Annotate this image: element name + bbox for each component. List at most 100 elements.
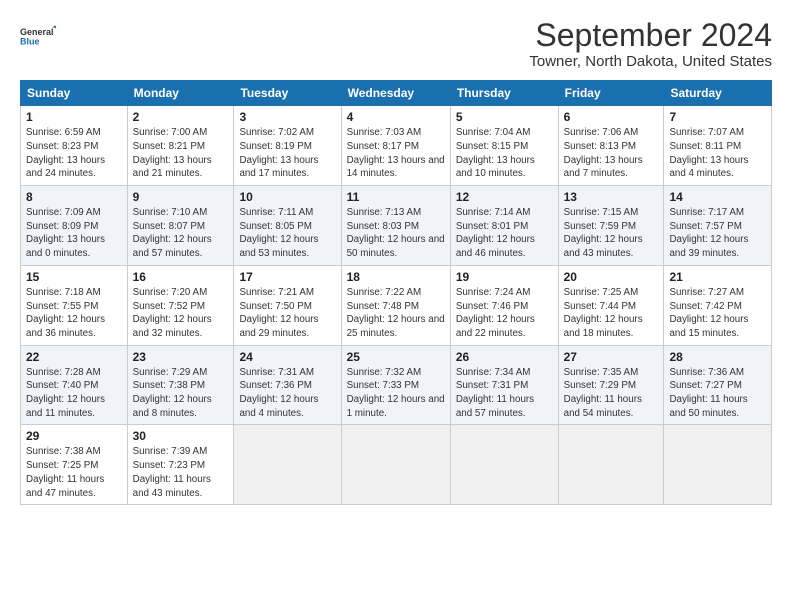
day-number: 30 (133, 429, 229, 443)
day-number: 3 (239, 110, 335, 124)
calendar-cell: 2 Sunrise: 7:00 AMSunset: 8:21 PMDayligh… (127, 106, 234, 186)
calendar-cell: 28 Sunrise: 7:36 AMSunset: 7:27 PMDaylig… (664, 345, 772, 425)
day-info: Sunrise: 7:03 AMSunset: 8:17 PMDaylight:… (347, 127, 445, 179)
day-info: Sunrise: 7:24 AMSunset: 7:46 PMDaylight:… (456, 287, 535, 339)
main-title: September 2024 (529, 18, 772, 53)
calendar-cell: 15 Sunrise: 7:18 AMSunset: 7:55 PMDaylig… (21, 265, 128, 345)
day-info: Sunrise: 7:06 AMSunset: 8:13 PMDaylight:… (564, 127, 643, 179)
calendar-cell: 29 Sunrise: 7:38 AMSunset: 7:25 PMDaylig… (21, 425, 128, 505)
calendar-cell: 9 Sunrise: 7:10 AMSunset: 8:07 PMDayligh… (127, 186, 234, 266)
day-info: Sunrise: 7:02 AMSunset: 8:19 PMDaylight:… (239, 127, 318, 179)
title-block: September 2024 Towner, North Dakota, Uni… (529, 18, 772, 70)
day-info: Sunrise: 7:31 AMSunset: 7:36 PMDaylight:… (239, 367, 318, 419)
calendar-cell: 10 Sunrise: 7:11 AMSunset: 8:05 PMDaylig… (234, 186, 341, 266)
calendar-cell: 19 Sunrise: 7:24 AMSunset: 7:46 PMDaylig… (450, 265, 558, 345)
day-number: 22 (26, 350, 122, 364)
day-info: Sunrise: 7:21 AMSunset: 7:50 PMDaylight:… (239, 287, 318, 339)
page: General Blue September 2024 Towner, Nort… (0, 0, 792, 612)
day-number: 17 (239, 270, 335, 284)
day-number: 21 (669, 270, 766, 284)
calendar-cell: 21 Sunrise: 7:27 AMSunset: 7:42 PMDaylig… (664, 265, 772, 345)
day-info: Sunrise: 7:04 AMSunset: 8:15 PMDaylight:… (456, 127, 535, 179)
calendar-cell: 13 Sunrise: 7:15 AMSunset: 7:59 PMDaylig… (558, 186, 664, 266)
calendar-cell: 30 Sunrise: 7:39 AMSunset: 7:23 PMDaylig… (127, 425, 234, 505)
day-info: Sunrise: 7:25 AMSunset: 7:44 PMDaylight:… (564, 287, 643, 339)
col-saturday: Saturday (664, 81, 772, 106)
day-info: Sunrise: 7:29 AMSunset: 7:38 PMDaylight:… (133, 367, 212, 419)
calendar-cell: 24 Sunrise: 7:31 AMSunset: 7:36 PMDaylig… (234, 345, 341, 425)
day-info: Sunrise: 7:20 AMSunset: 7:52 PMDaylight:… (133, 287, 212, 339)
col-thursday: Thursday (450, 81, 558, 106)
calendar-cell (558, 425, 664, 505)
day-info: Sunrise: 6:59 AMSunset: 8:23 PMDaylight:… (26, 127, 105, 179)
day-number: 26 (456, 350, 553, 364)
calendar-cell (234, 425, 341, 505)
calendar-cell: 25 Sunrise: 7:32 AMSunset: 7:33 PMDaylig… (341, 345, 450, 425)
calendar-cell (664, 425, 772, 505)
day-info: Sunrise: 7:32 AMSunset: 7:33 PMDaylight:… (347, 367, 445, 419)
calendar-cell: 26 Sunrise: 7:34 AMSunset: 7:31 PMDaylig… (450, 345, 558, 425)
day-info: Sunrise: 7:22 AMSunset: 7:48 PMDaylight:… (347, 287, 445, 339)
day-info: Sunrise: 7:15 AMSunset: 7:59 PMDaylight:… (564, 207, 643, 259)
day-info: Sunrise: 7:07 AMSunset: 8:11 PMDaylight:… (669, 127, 748, 179)
day-info: Sunrise: 7:27 AMSunset: 7:42 PMDaylight:… (669, 287, 748, 339)
day-info: Sunrise: 7:35 AMSunset: 7:29 PMDaylight:… (564, 367, 642, 419)
day-number: 15 (26, 270, 122, 284)
calendar-cell: 18 Sunrise: 7:22 AMSunset: 7:48 PMDaylig… (341, 265, 450, 345)
week-row-3: 22 Sunrise: 7:28 AMSunset: 7:40 PMDaylig… (21, 345, 772, 425)
calendar-cell (450, 425, 558, 505)
calendar-cell: 5 Sunrise: 7:04 AMSunset: 8:15 PMDayligh… (450, 106, 558, 186)
day-number: 5 (456, 110, 553, 124)
day-number: 10 (239, 190, 335, 204)
calendar-cell: 3 Sunrise: 7:02 AMSunset: 8:19 PMDayligh… (234, 106, 341, 186)
calendar-cell: 17 Sunrise: 7:21 AMSunset: 7:50 PMDaylig… (234, 265, 341, 345)
day-number: 2 (133, 110, 229, 124)
calendar-cell: 20 Sunrise: 7:25 AMSunset: 7:44 PMDaylig… (558, 265, 664, 345)
day-number: 16 (133, 270, 229, 284)
calendar-cell: 7 Sunrise: 7:07 AMSunset: 8:11 PMDayligh… (664, 106, 772, 186)
calendar-cell: 22 Sunrise: 7:28 AMSunset: 7:40 PMDaylig… (21, 345, 128, 425)
week-row-1: 8 Sunrise: 7:09 AMSunset: 8:09 PMDayligh… (21, 186, 772, 266)
day-number: 24 (239, 350, 335, 364)
day-number: 27 (564, 350, 659, 364)
day-number: 25 (347, 350, 445, 364)
day-info: Sunrise: 7:17 AMSunset: 7:57 PMDaylight:… (669, 207, 748, 259)
day-info: Sunrise: 7:38 AMSunset: 7:25 PMDaylight:… (26, 446, 104, 498)
calendar-cell: 6 Sunrise: 7:06 AMSunset: 8:13 PMDayligh… (558, 106, 664, 186)
day-info: Sunrise: 7:28 AMSunset: 7:40 PMDaylight:… (26, 367, 105, 419)
calendar-cell: 16 Sunrise: 7:20 AMSunset: 7:52 PMDaylig… (127, 265, 234, 345)
day-number: 4 (347, 110, 445, 124)
calendar-cell: 27 Sunrise: 7:35 AMSunset: 7:29 PMDaylig… (558, 345, 664, 425)
day-number: 28 (669, 350, 766, 364)
calendar-table: Sunday Monday Tuesday Wednesday Thursday… (20, 80, 772, 505)
calendar-cell: 8 Sunrise: 7:09 AMSunset: 8:09 PMDayligh… (21, 186, 128, 266)
svg-text:Blue: Blue (20, 36, 40, 46)
week-row-0: 1 Sunrise: 6:59 AMSunset: 8:23 PMDayligh… (21, 106, 772, 186)
week-row-2: 15 Sunrise: 7:18 AMSunset: 7:55 PMDaylig… (21, 265, 772, 345)
day-number: 20 (564, 270, 659, 284)
day-info: Sunrise: 7:13 AMSunset: 8:03 PMDaylight:… (347, 207, 445, 259)
day-number: 11 (347, 190, 445, 204)
calendar-header-row: Sunday Monday Tuesday Wednesday Thursday… (21, 81, 772, 106)
day-number: 18 (347, 270, 445, 284)
day-number: 8 (26, 190, 122, 204)
day-info: Sunrise: 7:14 AMSunset: 8:01 PMDaylight:… (456, 207, 535, 259)
day-info: Sunrise: 7:11 AMSunset: 8:05 PMDaylight:… (239, 207, 318, 259)
week-row-4: 29 Sunrise: 7:38 AMSunset: 7:25 PMDaylig… (21, 425, 772, 505)
svg-text:General: General (20, 27, 54, 37)
day-info: Sunrise: 7:34 AMSunset: 7:31 PMDaylight:… (456, 367, 534, 419)
day-number: 1 (26, 110, 122, 124)
col-friday: Friday (558, 81, 664, 106)
calendar-cell: 12 Sunrise: 7:14 AMSunset: 8:01 PMDaylig… (450, 186, 558, 266)
day-info: Sunrise: 7:36 AMSunset: 7:27 PMDaylight:… (669, 367, 747, 419)
calendar-cell: 23 Sunrise: 7:29 AMSunset: 7:38 PMDaylig… (127, 345, 234, 425)
logo-svg: General Blue (20, 18, 56, 54)
day-info: Sunrise: 7:09 AMSunset: 8:09 PMDaylight:… (26, 207, 105, 259)
subtitle: Towner, North Dakota, United States (529, 53, 772, 70)
day-info: Sunrise: 7:10 AMSunset: 8:07 PMDaylight:… (133, 207, 212, 259)
day-number: 23 (133, 350, 229, 364)
col-monday: Monday (127, 81, 234, 106)
calendar-cell: 1 Sunrise: 6:59 AMSunset: 8:23 PMDayligh… (21, 106, 128, 186)
day-number: 29 (26, 429, 122, 443)
day-info: Sunrise: 7:00 AMSunset: 8:21 PMDaylight:… (133, 127, 212, 179)
